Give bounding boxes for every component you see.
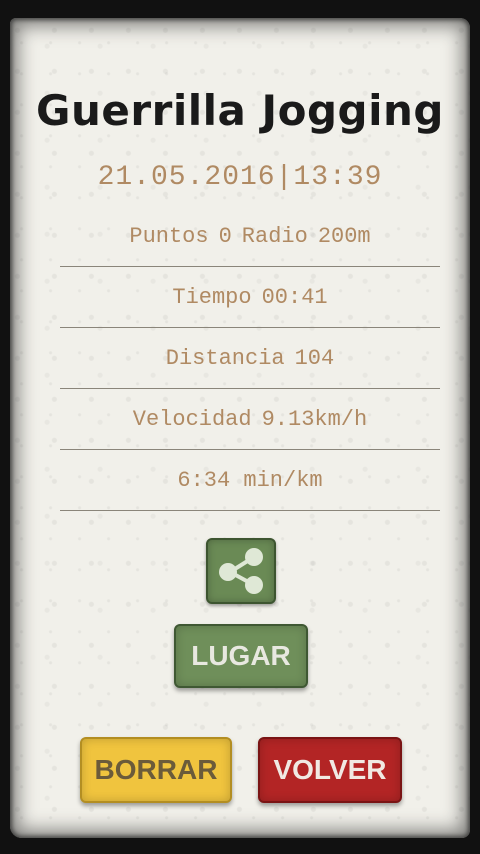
stat-row-distance: Distancia 104 [60, 328, 440, 389]
points-label: Puntos [129, 223, 209, 249]
session-datetime: 21.05.2016|13:39 [97, 162, 383, 193]
stat-row-time: Tiempo 00:41 [60, 267, 440, 328]
distance-label: Distancia [165, 345, 285, 371]
time-value: 00:41 [261, 284, 328, 310]
stat-row-pace: 6:34 min/km [60, 450, 440, 511]
volver-button[interactable]: VOLVER [258, 737, 402, 803]
stat-row-points-radius: Puntos 0 Radio 200m [60, 206, 440, 267]
pace-value: 6:34 min/km [177, 467, 323, 493]
lugar-button[interactable]: LUGAR [174, 624, 308, 688]
borrar-button[interactable]: BORRAR [80, 737, 232, 803]
time-label: Tiempo [172, 284, 252, 310]
distance-value: 104 [294, 345, 335, 371]
speed-value: 9.13km/h [261, 406, 368, 432]
radius-label: Radio [241, 223, 308, 249]
points-value: 0 [218, 223, 232, 249]
share-button[interactable] [206, 538, 276, 604]
stats-list: Puntos 0 Radio 200m Tiempo 00:41 Distanc… [60, 206, 440, 511]
share-icon [219, 548, 263, 594]
stat-row-speed: Velocidad 9.13km/h [60, 389, 440, 450]
radius-value: 200m [317, 223, 371, 249]
app-title: Guerrilla Jogging [36, 86, 444, 135]
speed-label: Velocidad [132, 406, 252, 432]
